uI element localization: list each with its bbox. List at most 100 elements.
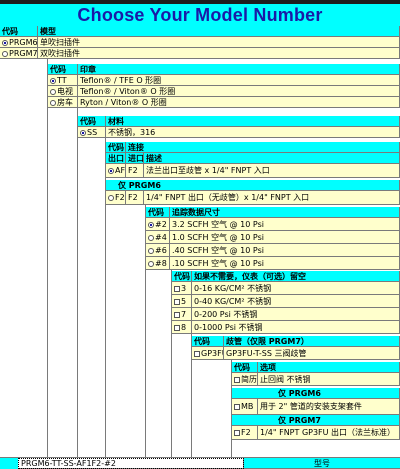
radio-icon[interactable] [148, 235, 154, 241]
flow-desc-header: 追踪数据尺寸 [170, 207, 400, 218]
radio-icon[interactable] [2, 51, 8, 57]
options-code: F2 [241, 428, 251, 437]
connection-radio-f2[interactable]: F2 [106, 191, 126, 205]
flow-row-4[interactable]: #4 1.0 SCFH 空气 @ 10 Psi [146, 231, 400, 244]
model-desc: 单吹扫插件 [38, 37, 400, 48]
material-radio-ss[interactable]: SS [78, 127, 106, 138]
connection-radio-af1[interactable]: AF1 [106, 164, 126, 178]
radio-selected-icon[interactable] [148, 222, 154, 228]
options-check-cv[interactable]: 简历 [232, 373, 258, 386]
checkbox-icon[interactable] [194, 351, 200, 357]
material-desc-header: 材料 [106, 116, 400, 127]
flow-row-8[interactable]: #8 .10 SCFH 空气 @ 10 Psi [146, 257, 400, 270]
flow-code: #6 [155, 246, 167, 255]
gauge-row-5[interactable]: 5 0-40 KG/CM² 不锈钢 [172, 295, 400, 308]
only-prgm6-label: 仅 PRGM6 [232, 388, 400, 399]
checkbox-icon[interactable] [234, 430, 240, 436]
gauge-row-3[interactable]: 3 0-16 KG/CM² 不锈钢 [172, 282, 400, 295]
flow-radio-8[interactable]: #8 [146, 257, 170, 270]
options-code: 简历 [241, 375, 257, 384]
model-radio-prgm6[interactable]: PRGM6 [0, 37, 38, 48]
connection-in-header: 进口 [126, 153, 144, 164]
seal-radio-tv[interactable]: 电视 [48, 86, 78, 97]
checkbox-icon[interactable] [174, 312, 180, 318]
seal-desc: Teflon® / TFE O 形圈 [78, 75, 400, 86]
options-desc: 用于 2" 管道的安装支架套件 [258, 399, 400, 415]
seal-row-tt[interactable]: TT Teflon® / TFE O 形圈 [48, 75, 400, 86]
radio-icon[interactable] [148, 248, 154, 254]
connection-row-af1[interactable]: AF1 F2 法兰出口至歧管 x 1/4" FNPT 入口 [106, 164, 400, 178]
seal-desc: Teflon® / Viton® O 形圈 [78, 86, 400, 97]
radio-selected-icon[interactable] [2, 40, 8, 46]
flow-desc: 1.0 SCFH 空气 @ 10 Psi [170, 231, 400, 244]
flow-code: #4 [155, 233, 167, 242]
options-desc: 1/4" FNPT GP3FU 出口（法兰标准） [258, 426, 400, 440]
flow-code: #8 [155, 259, 167, 268]
flow-radio-2[interactable]: #2 [146, 218, 170, 231]
radio-icon[interactable] [148, 261, 154, 267]
checkbox-icon[interactable] [174, 325, 180, 331]
valve-row-gp3fu[interactable]: GP3FU GP3FU-T-SS 三阀歧管 [192, 347, 400, 360]
checkbox-icon[interactable] [234, 377, 240, 383]
seal-desc: Ryton / Viton® O 形圈 [78, 97, 400, 108]
options-row-cv[interactable]: 简历 止回阀 不锈钢 [232, 373, 400, 386]
model-row-prgm6[interactable]: PRGM6 单吹扫插件 [0, 37, 400, 48]
material-header: 代码 材料 [78, 116, 400, 127]
flow-header: 代码 追踪数据尺寸 [146, 207, 400, 218]
material-desc: 不锈钢，316 [106, 127, 400, 138]
flow-row-6[interactable]: #6 .40 SCFH 空气 @ 10 Psi [146, 244, 400, 257]
connection-desc-header: 描述 [144, 153, 400, 164]
only-prgm6-label: 仅 PRGM6 [106, 180, 400, 191]
gauge-row-7[interactable]: 7 0-200 Psi 不锈钢 [172, 308, 400, 321]
radio-selected-icon[interactable] [108, 168, 114, 174]
radio-selected-icon[interactable] [80, 130, 86, 136]
indent-spacer [146, 270, 172, 457]
flow-desc: 3.2 SCFH 空气 @ 10 Psi [170, 218, 400, 231]
material-row-ss[interactable]: SS 不锈钢，316 [78, 127, 400, 138]
connection-inlet: F2 [126, 191, 144, 205]
connection-row-f2[interactable]: F2 F2 1/4" FNPT 出口（无歧管）x 1/4" FNPT 入口 [106, 191, 400, 205]
checkbox-icon[interactable] [234, 404, 240, 410]
options-prgm7-only-header: 仅 PRGM7 [232, 415, 400, 426]
gauge-check-7[interactable]: 7 [172, 308, 192, 321]
radio-icon[interactable] [108, 195, 114, 201]
flow-radio-6[interactable]: #6 [146, 244, 170, 257]
checkbox-icon[interactable] [174, 286, 180, 292]
model-desc-header: 模型 [38, 26, 400, 37]
seal-code: TT [57, 76, 67, 85]
connection-desc: 法兰出口至歧管 x 1/4" FNPT 入口 [144, 164, 400, 178]
gauge-check-5[interactable]: 5 [172, 295, 192, 308]
options-desc-header: 选项 [258, 362, 400, 373]
seal-radio-rv[interactable]: 房车 [48, 97, 78, 108]
seal-row-tv[interactable]: 电视 Teflon® / Viton® O 形圈 [48, 86, 400, 97]
valve-header: 代码 歧管（仅限 PRGM7） [192, 336, 400, 347]
gauge-check-8[interactable]: 8 [172, 321, 192, 334]
radio-icon[interactable] [50, 89, 56, 95]
options-check-mb[interactable]: MB [232, 399, 258, 415]
options-check-f2[interactable]: F2 [232, 426, 258, 440]
connection-header: 代码 连接 出口 进口 描述 [106, 142, 400, 164]
valve-check-gp3fu[interactable]: GP3FU [192, 347, 224, 360]
options-row-f2[interactable]: F2 1/4" FNPT GP3FU 出口（法兰标准） [232, 426, 400, 440]
gauge-desc: 0-200 Psi 不锈钢 [192, 308, 400, 321]
material-code-header: 代码 [78, 116, 106, 127]
options-row-mb[interactable]: MB 用于 2" 管道的安装支架套件 [232, 399, 400, 415]
model-number-field[interactable]: PRGM6-TT-SS-AF1F2-#2 [18, 458, 244, 469]
model-radio-prgm7[interactable]: PRGM7 [0, 48, 38, 59]
radio-icon[interactable] [50, 100, 56, 106]
radio-selected-icon[interactable] [50, 78, 56, 84]
indent-spacer [48, 108, 78, 457]
gauge-check-3[interactable]: 3 [172, 282, 192, 295]
seal-row-rv[interactable]: 房车 Ryton / Viton® O 形圈 [48, 97, 400, 108]
model-header: 代码 模型 [0, 26, 400, 37]
flow-radio-4[interactable]: #4 [146, 231, 170, 244]
seal-radio-tt[interactable]: TT [48, 75, 78, 86]
indent-spacer [192, 360, 232, 457]
valve-code: GP3FU [201, 349, 223, 358]
flow-row-2[interactable]: #2 3.2 SCFH 空气 @ 10 Psi [146, 218, 400, 231]
gauge-code-header: 代码 [172, 271, 192, 282]
model-row-prgm7[interactable]: PRGM7 双吹扫插件 [0, 48, 400, 59]
gauge-desc: 0-1000 Psi 不锈钢 [192, 321, 400, 334]
gauge-row-8[interactable]: 8 0-1000 Psi 不锈钢 [172, 321, 400, 334]
checkbox-icon[interactable] [174, 299, 180, 305]
